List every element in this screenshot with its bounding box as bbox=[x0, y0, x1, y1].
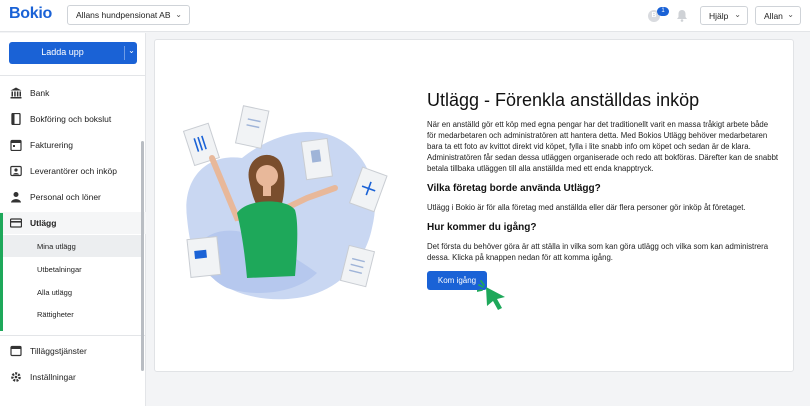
section-heading-get-started: Hur kommer du igång? bbox=[427, 222, 537, 233]
calendar-icon bbox=[10, 139, 22, 151]
supplier-icon bbox=[10, 165, 22, 177]
sidebar-scrollbar[interactable] bbox=[141, 141, 144, 371]
sidebar-subitem-label: Rättigheter bbox=[37, 310, 74, 319]
addon-icon bbox=[10, 345, 22, 357]
sidebar-item-label: Bank bbox=[30, 88, 50, 98]
expenses-intro-card: Utlägg - Förenkla anställdas inköp När e… bbox=[154, 39, 794, 372]
sidebar-item-label: Personal och löner bbox=[30, 192, 101, 202]
sidebar-item-suppliers[interactable]: Leverantörer och inköp bbox=[0, 160, 146, 182]
sidebar-item-personnel[interactable]: Personal och löner bbox=[0, 186, 146, 208]
expenses-illustration bbox=[182, 105, 388, 300]
company-selector[interactable]: Allans hundpensionat AB ⌄ bbox=[67, 5, 190, 25]
gear-icon bbox=[11, 372, 21, 382]
sidebar-item-invoicing[interactable]: Fakturering bbox=[0, 134, 146, 156]
upload-label: Ladda upp bbox=[41, 47, 84, 57]
company-name: Allans hundpensionat AB bbox=[76, 10, 171, 20]
sidebar-item-expenses[interactable]: Utlägg bbox=[0, 212, 146, 234]
sidebar-item-label: Inställningar bbox=[30, 372, 76, 382]
cta-wrapper: Kom igång bbox=[427, 271, 779, 310]
upload-divider bbox=[124, 46, 125, 60]
sidebar-subitem-all-expenses[interactable]: Alla utlägg bbox=[3, 281, 143, 303]
notification-count-badge: 1 bbox=[657, 7, 669, 16]
chevron-down-icon: ⌄ bbox=[787, 10, 794, 19]
sidebar: Ladda upp ⌄ Bank Bokföring och bokslut F… bbox=[0, 33, 146, 406]
answer-paragraph-who: Utlägg i Bokio är för alla företag med a… bbox=[427, 203, 746, 212]
sidebar-divider bbox=[0, 75, 146, 76]
sidebar-subitem-permissions[interactable]: Rättigheter bbox=[3, 303, 143, 325]
page-title: Utlägg - Förenkla anställdas inköp bbox=[427, 90, 700, 110]
book-icon bbox=[11, 113, 21, 125]
chevron-down-icon: ⌄ bbox=[734, 10, 741, 19]
top-bar: Bokio Allans hundpensionat AB ⌄ B 1 Hjäl… bbox=[0, 0, 810, 32]
intro-paragraph: När en anställd gör ett köp med egna pen… bbox=[427, 120, 779, 173]
sidebar-subitem-label: Alla utlägg bbox=[37, 288, 73, 297]
intro-content: Utlägg - Förenkla anställdas inköp När e… bbox=[427, 90, 779, 310]
sidebar-subitem-label: Mina utlägg bbox=[37, 242, 76, 251]
user-menu-button[interactable]: Allan ⌄ bbox=[755, 6, 801, 25]
sidebar-item-label: Utlägg bbox=[30, 218, 57, 228]
help-label: Hjälp bbox=[709, 11, 729, 21]
sidebar-subitem-my-expenses[interactable]: Mina utlägg bbox=[3, 235, 143, 257]
help-button[interactable]: Hjälp ⌄ bbox=[700, 6, 748, 25]
answer-paragraph-get-started: Det första du behöver göra är att ställa… bbox=[427, 242, 769, 262]
card-icon bbox=[10, 218, 22, 228]
user-label: Allan bbox=[764, 11, 783, 21]
chevron-down-icon[interactable]: ⌄ bbox=[126, 46, 137, 55]
sidebar-divider bbox=[0, 335, 146, 336]
sidebar-item-label: Leverantörer och inköp bbox=[30, 166, 117, 176]
sidebar-item-label: Tilläggstjänster bbox=[30, 346, 87, 356]
sidebar-subitem-label: Utbetalningar bbox=[37, 265, 82, 274]
bokio-logo[interactable]: Bokio bbox=[9, 5, 52, 23]
sidebar-item-label: Bokföring och bokslut bbox=[30, 114, 112, 124]
bank-icon bbox=[10, 87, 22, 99]
upload-button[interactable]: Ladda upp ⌄ bbox=[9, 42, 137, 64]
sidebar-item-bookkeeping[interactable]: Bokföring och bokslut bbox=[0, 108, 146, 130]
sidebar-item-settings[interactable]: Inställningar bbox=[0, 366, 146, 388]
chevron-down-icon: ⌄ bbox=[175, 10, 182, 19]
sidebar-item-addons[interactable]: Tilläggstjänster bbox=[0, 340, 146, 362]
sidebar-subitem-payouts[interactable]: Utbetalningar bbox=[3, 258, 143, 280]
sidebar-item-label: Fakturering bbox=[30, 140, 73, 150]
section-heading-who: Vilka företag borde använda Utlägg? bbox=[427, 183, 601, 194]
pointer-cursor-icon bbox=[477, 280, 505, 310]
person-icon bbox=[11, 192, 21, 203]
bell-icon[interactable] bbox=[676, 9, 688, 22]
sidebar-item-bank[interactable]: Bank bbox=[0, 82, 146, 104]
